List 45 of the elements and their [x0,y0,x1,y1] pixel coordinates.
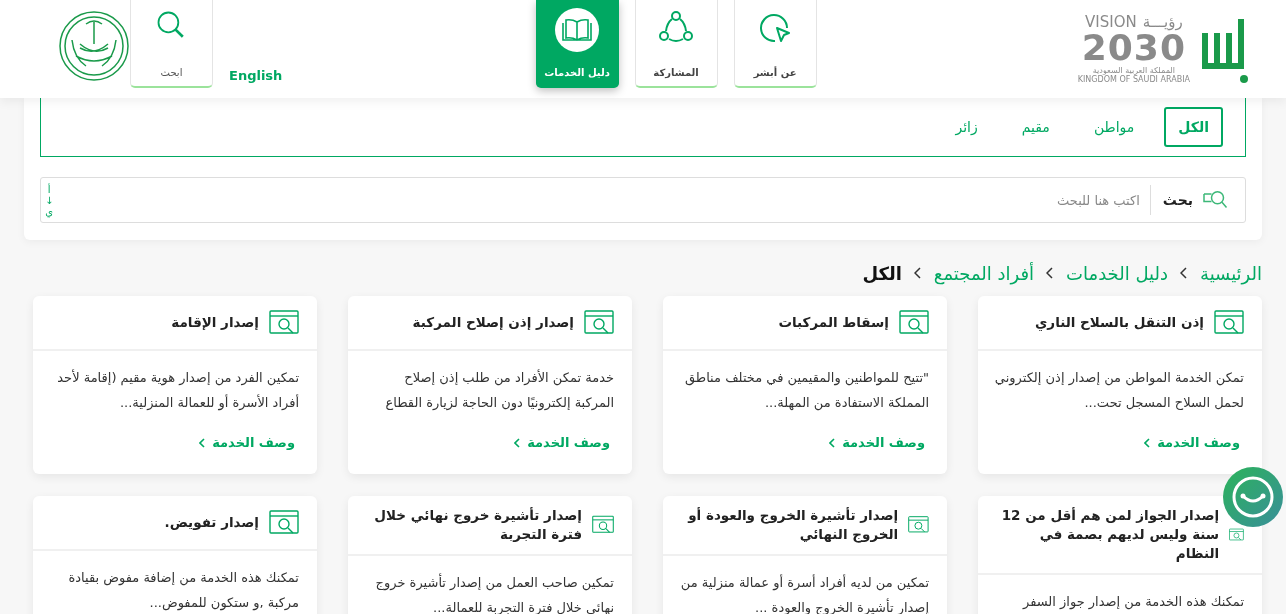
search-bar[interactable]: بحث اكتب هنا للبحث أ ↓ ي [40,177,1246,223]
service-description-link[interactable]: وصف الخدمة [1122,415,1262,468]
book-icon [555,8,600,52]
card-description: خدمة تمكن الأفراد من طلب إذن إصلاح المركبة إلكترونيًا دون الحاجة لزيارة القطاع [384,368,615,413]
breadcrumb-link[interactable]: الكل [862,262,902,284]
emblem-icon [58,10,130,82]
browser-search-icon [899,309,929,336]
card-title: إسقاط المركبات [778,313,889,332]
card-title: إذن التنقل بالسلاح الناري [1035,313,1204,332]
chevron-icon [514,437,522,448]
card-title: إصدار تفويض. [164,513,259,532]
search-button[interactable]: ابحث [130,0,213,88]
filter-tab[interactable]: الكل [1164,107,1223,147]
breadcrumb-link[interactable]: دليل الخدمات [1066,262,1168,284]
card-description: تمكن الخدمة المواطن من إصدار إذن إلكتروني لحمل السلاح المسجل تحت... [993,369,1245,412]
sort-button[interactable]: أ ↓ ي [45,183,54,217]
chevron-icon [1180,267,1188,279]
card-title: إصدار تأشيرة خروج نهائي خلال فترة التجربة [373,506,582,544]
card-description: تمكين الفرد من إصدار هوية مقيم (إقامة لأحد أفراد الأسرة أو للعمالة المنزلية... [56,368,300,413]
browser-search-icon [269,309,299,336]
nav-button[interactable]: عن أبشر [733,0,817,88]
nav-button[interactable]: المشاركة [634,0,718,88]
chevron-icon [1046,267,1055,279]
card-title: إصدار الجواز لمن هم أقل من 12 سنة وليس لديهم بصمة في النظام [1000,506,1220,563]
card-title: إصدار إذن إصلاح المركبة [412,313,574,332]
service-description-link[interactable]: وصف الخدمة [492,415,632,468]
service-description-link[interactable]: وصف الخدمة [177,415,317,468]
chevron-icon [1144,437,1152,448]
nav-button[interactable]: دليل الخدمات [535,0,619,88]
card-title: إصدار الإقامة [171,313,259,332]
card-title: إصدار تأشيرة الخروج والعودة أو الخروج النهائي [686,506,899,544]
chevron-icon [829,437,837,448]
service-description-link[interactable]: وصف الخدمة [807,415,947,468]
browser-search-icon [1214,309,1244,336]
card-description: "تتيح للمواطنين والمقيمين في مختلف مناطق المملكة الاستفادة من المهلة... [683,369,930,413]
breadcrumb-link[interactable]: أفراد المجتمع [933,262,1035,284]
chevron-icon [199,437,207,448]
chat-assistant-icon[interactable] [1222,466,1284,528]
language-link[interactable]: English [229,68,283,83]
browser-search-icon [269,509,299,536]
chevron-icon [913,267,922,279]
card-description: تمكنك هذه الخدمة من إضافة مفوض بقيادة مركبة ,و ستكون للمفوض... [67,569,300,613]
browser-search-icon [584,309,614,336]
breadcrumb-link[interactable]: الرئيسية [1200,262,1262,284]
card-description: تمكنك هذه الخدمة من إصدار جواز السفر [1021,593,1245,612]
